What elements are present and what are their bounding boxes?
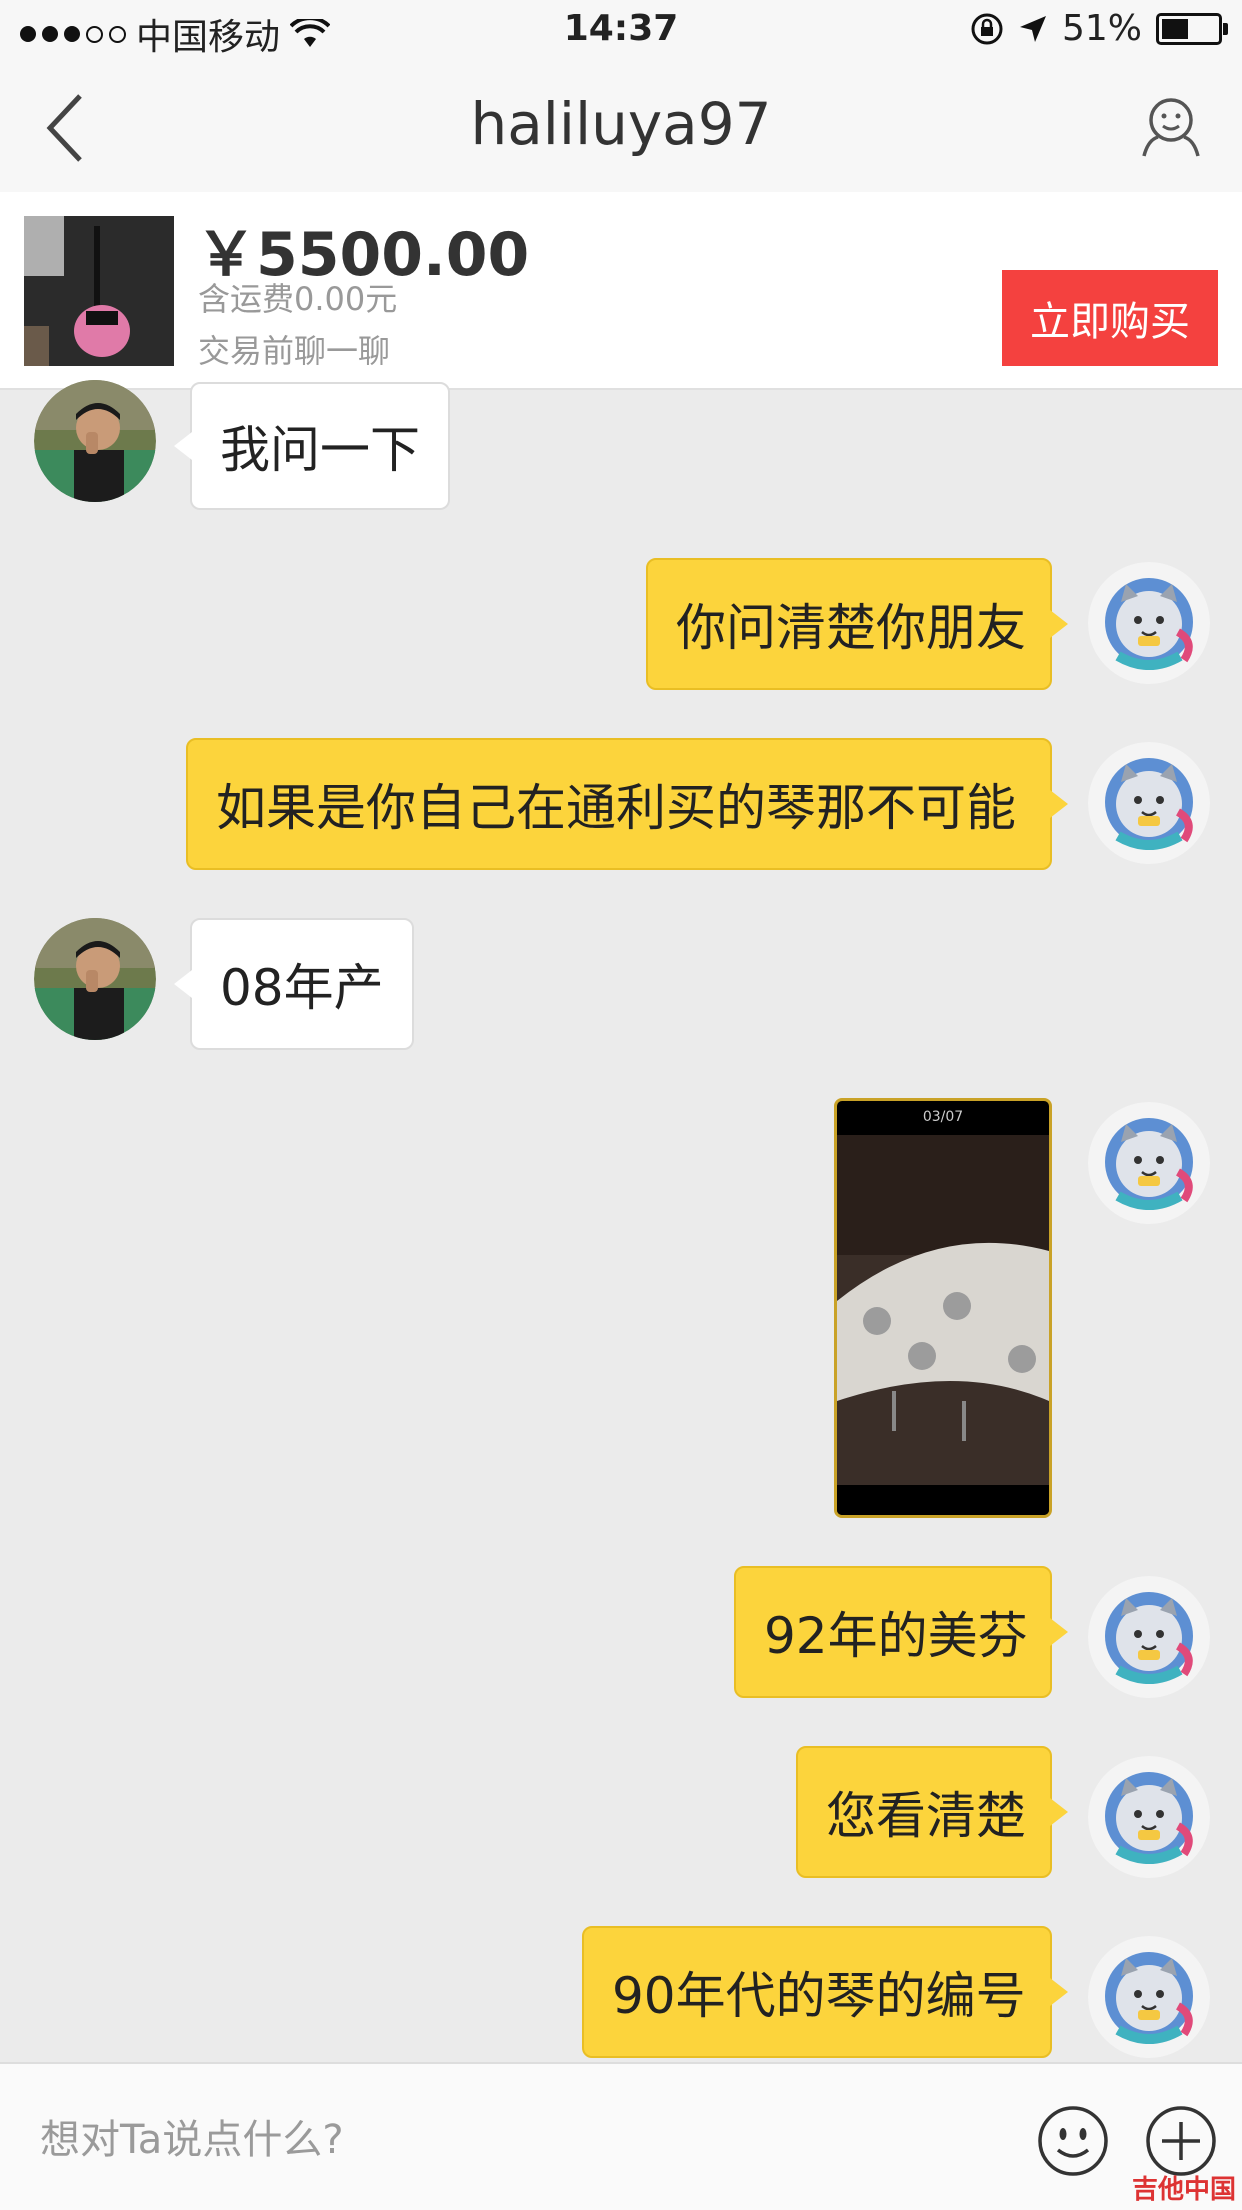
emoji-icon[interactable]	[1036, 2104, 1110, 2178]
message-text: 08年产	[220, 959, 384, 1017]
contact-avatar[interactable]	[34, 918, 156, 1040]
my-avatar[interactable]	[1088, 1576, 1210, 1698]
message-text: 90年代的琴的编号	[612, 1967, 1026, 2025]
chat-title: haliluya97	[470, 90, 772, 158]
my-avatar[interactable]	[1088, 742, 1210, 864]
contact-avatar[interactable]	[34, 380, 156, 502]
my-avatar[interactable]	[1088, 1102, 1210, 1224]
message-bubble-incoming[interactable]: 我问一下	[174, 382, 450, 510]
message-text: 我问一下	[220, 421, 420, 479]
message-bubble-outgoing[interactable]: 90年代的琴的编号	[582, 1926, 1068, 2058]
status-bar: 中国移动 14:37 51%	[0, 0, 1242, 62]
message-bubble-incoming[interactable]: 08年产	[174, 918, 414, 1050]
shipping-info: 含运费0.00元	[198, 280, 398, 318]
guitar-headstock-photo	[837, 1135, 1049, 1515]
product-card[interactable]: ￥5500.00 含运费0.00元 交易前聊一聊 立即购买	[0, 192, 1242, 390]
product-thumbnail[interactable]	[24, 216, 174, 366]
message-bubble-outgoing[interactable]: 你问清楚你朋友	[646, 558, 1068, 690]
orientation-lock-icon	[971, 13, 1003, 44]
my-avatar[interactable]	[1088, 1756, 1210, 1878]
battery-percent: 51%	[1061, 8, 1142, 49]
message-text: 如果是你自己在通利买的琴那不可能	[216, 779, 1016, 837]
message-bubble-outgoing[interactable]: 92年的美芬	[734, 1566, 1068, 1698]
watermark-logo: 吉他中国	[1131, 2175, 1236, 2205]
message-text: 92年的美芬	[764, 1607, 1028, 1665]
location-icon	[1019, 15, 1046, 42]
message-input-bar: 吉他中国	[0, 2062, 1242, 2210]
image-message[interactable]: 03/07	[834, 1098, 1052, 1518]
message-text: 你问清楚你朋友	[676, 599, 1026, 657]
chat-hint: 交易前聊一聊	[198, 332, 391, 370]
message-bubble-outgoing[interactable]: 如果是你自己在通利买的琴那不可能	[186, 738, 1068, 870]
battery-icon	[1156, 12, 1228, 45]
nav-bar: haliluya97	[0, 62, 1242, 192]
message-text: 您看清楚	[826, 1787, 1026, 1845]
my-avatar[interactable]	[1088, 562, 1210, 684]
my-avatar[interactable]	[1088, 1936, 1210, 2058]
buy-now-button[interactable]: 立即购买	[1002, 270, 1218, 366]
status-right: 51%	[970, 8, 1228, 49]
plus-icon[interactable]	[1144, 2104, 1218, 2178]
message-bubble-outgoing[interactable]: 您看清楚	[796, 1746, 1068, 1878]
message-input[interactable]	[38, 2104, 1002, 2176]
profile-icon[interactable]	[1136, 90, 1206, 160]
